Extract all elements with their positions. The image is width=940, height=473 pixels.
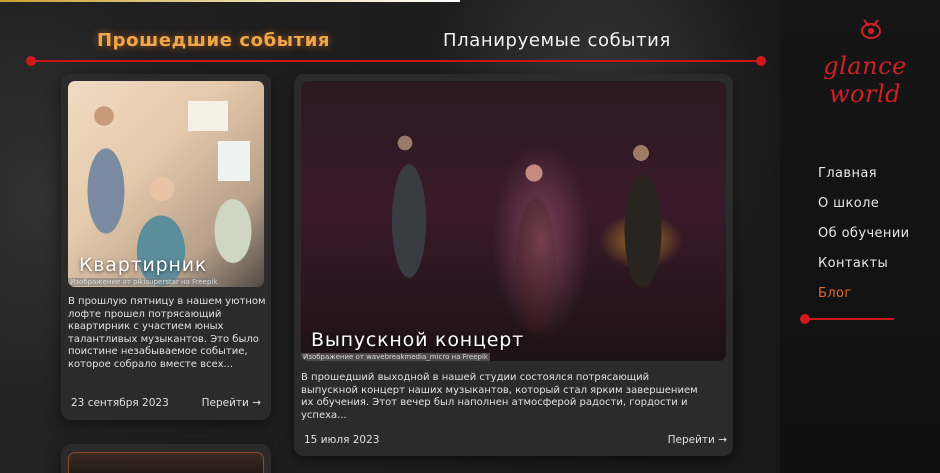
nav-item-about[interactable]: О школе (818, 196, 910, 211)
read-more-link[interactable]: Перейти → (668, 434, 727, 446)
event-card-kvartirnik[interactable]: Квартирник Изображение от pikisuperstar … (61, 74, 271, 420)
drum-icon (861, 19, 881, 39)
event-title: Выпускной концерт (311, 329, 524, 351)
active-nav-indicator (800, 314, 894, 324)
event-image-graduation-concert: Выпускной концерт Изображение от wavebre… (301, 81, 726, 361)
tab-past-events[interactable]: Прошедшие события (97, 30, 330, 51)
divider-dot-right (756, 56, 766, 66)
wall-poster (188, 101, 228, 131)
event-card-partial[interactable] (61, 444, 271, 473)
event-description: В прошлую пятницу в нашем уютном лофте п… (68, 296, 266, 370)
nav-item-home[interactable]: Главная (818, 166, 910, 181)
indicator-dot (800, 314, 810, 324)
read-more-link[interactable]: Перейти → (202, 397, 261, 409)
nav-item-blog[interactable]: Блог (818, 286, 910, 301)
concert-photo (301, 81, 726, 361)
event-title: Квартирник (79, 254, 208, 276)
logo[interactable]: glance world (790, 12, 930, 108)
event-description: В прошедший выходной в нашей студии сост… (301, 372, 698, 421)
event-card-graduation-concert[interactable]: Выпускной концерт Изображение от wavebre… (294, 74, 733, 456)
divider-dot-left (26, 56, 36, 66)
events-tabs: Прошедшие события Планируемые события (0, 26, 780, 74)
logo-text: glance world (823, 52, 907, 108)
event-date: 15 июля 2023 (304, 434, 380, 446)
image-credit[interactable]: Изображение от wavebreakmedia_micro на F… (301, 353, 490, 361)
tabs-divider-line (26, 56, 766, 66)
sidebar: glance world Главная О школе Об обучении… (780, 0, 940, 473)
event-date: 23 сентября 2023 (71, 397, 169, 409)
event-image-partial (68, 452, 264, 473)
top-progress-strip (0, 0, 460, 2)
tab-planned-events[interactable]: Планируемые события (443, 30, 671, 51)
nav-item-contacts[interactable]: Контакты (818, 256, 910, 271)
image-credit[interactable]: Изображение от pikisuperstar на Freepik (68, 278, 220, 286)
nav-item-education[interactable]: Об обучении (818, 226, 910, 241)
event-image-kvartirnik: Квартирник Изображение от pikisuperstar … (68, 81, 264, 287)
main-nav: Главная О школе Об обучении Контакты Бло… (818, 166, 910, 316)
wall-poster (218, 141, 250, 181)
